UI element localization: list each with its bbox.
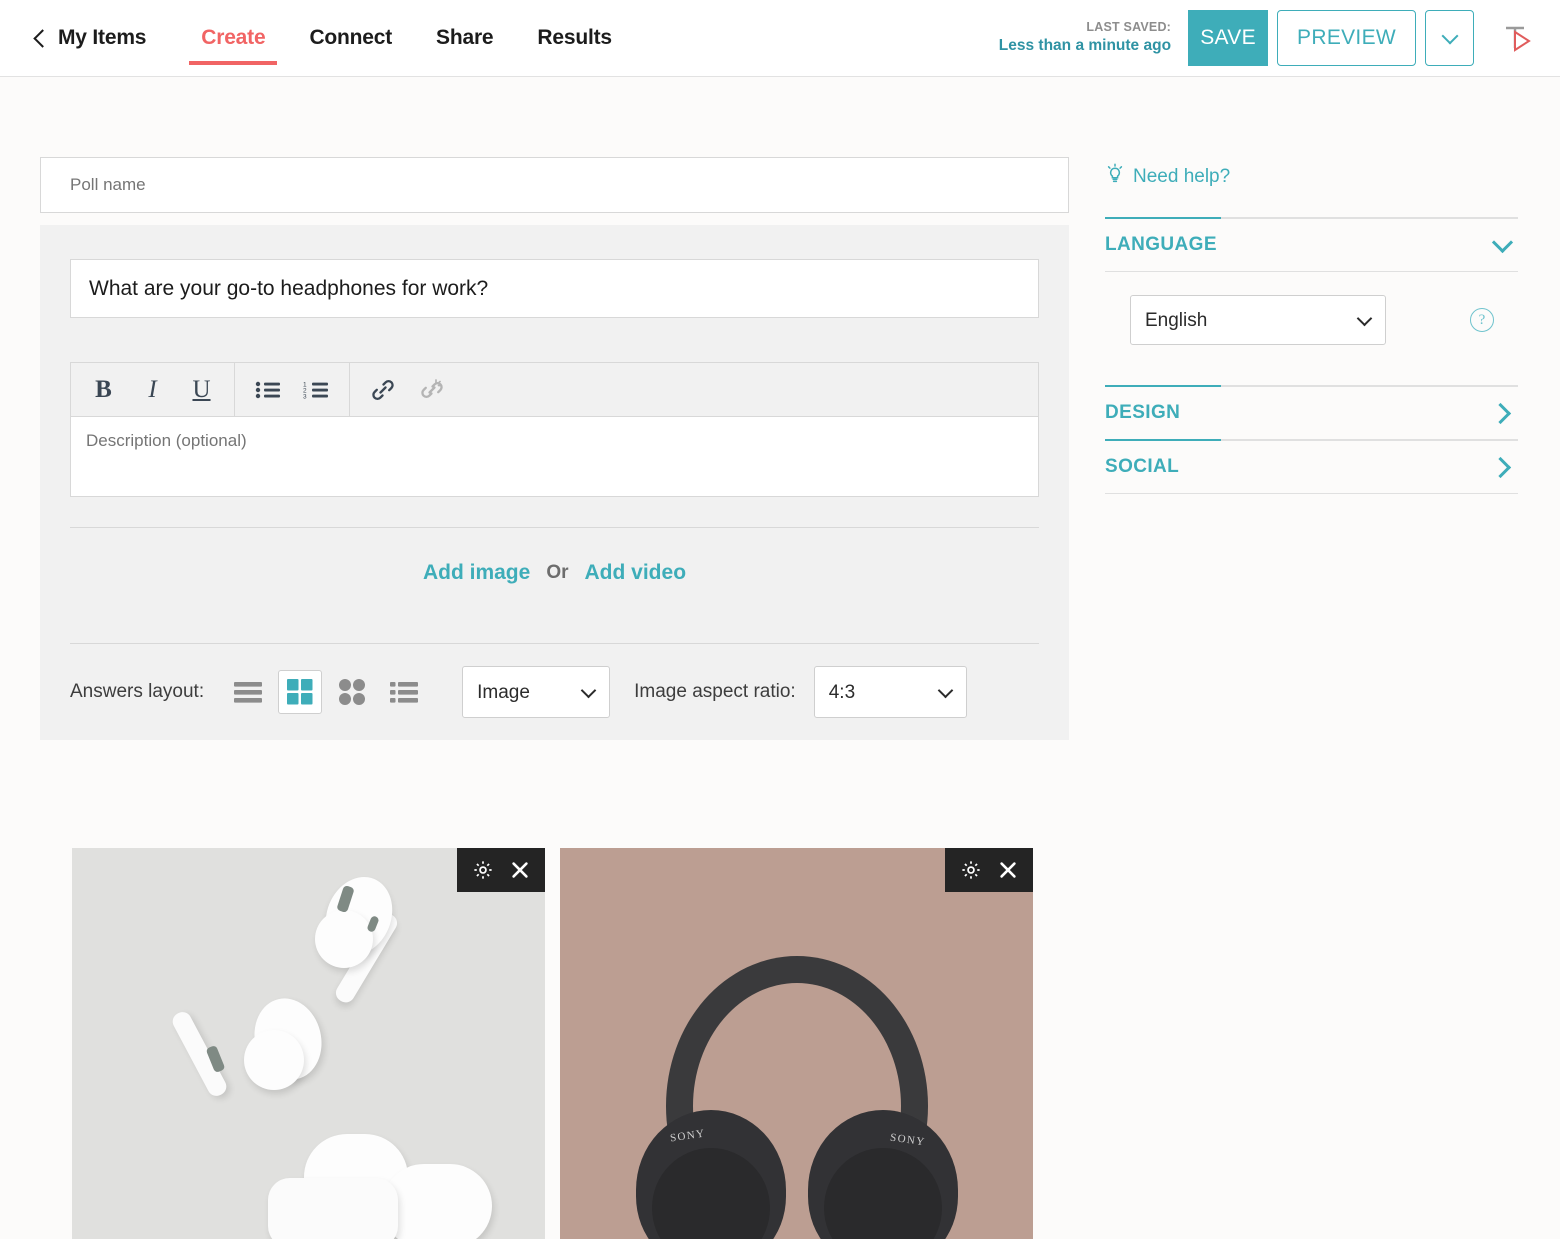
last-saved-status: LAST SAVED: Less than a minute ago <box>999 19 1171 57</box>
section-language-header[interactable]: LANGUAGE <box>1105 219 1518 271</box>
close-icon[interactable] <box>991 854 1024 887</box>
rt-group-format: B I U <box>71 362 234 417</box>
answers-layout-options <box>226 670 426 714</box>
chevron-right-icon <box>1489 456 1512 478</box>
aspect-ratio-select-wrap: 4:3 <box>813 666 967 718</box>
answers-layout-row: Answers layout: Image Image aspect ratio… <box>70 644 1039 740</box>
answer-type-select[interactable]: Image <box>462 666 611 718</box>
main-content: B I U <box>0 77 1560 1239</box>
last-saved-label: LAST SAVED: <box>1086 20 1172 35</box>
answers-layout-label: Answers layout: <box>70 681 205 702</box>
poll-editor-column: B I U <box>40 157 1069 740</box>
tab-connect[interactable]: Connect <box>287 0 414 77</box>
section-social: SOCIAL <box>1105 439 1518 494</box>
tab-results-label: Results <box>537 26 612 49</box>
back-to-my-items-link[interactable]: My Items <box>33 26 147 50</box>
section-language: LANGUAGE English ? <box>1105 217 1518 385</box>
rt-group-lists: 1 2 3 <box>235 362 349 417</box>
question-card: B I U <box>40 225 1069 740</box>
section-social-header[interactable]: SOCIAL <box>1105 441 1518 493</box>
layout-circles-icon[interactable] <box>330 670 374 714</box>
answer-card-1-tools <box>457 848 545 892</box>
save-button[interactable]: SAVE <box>1188 10 1269 66</box>
chevron-right-icon <box>1489 402 1512 424</box>
svg-text:3: 3 <box>303 393 307 400</box>
settings-sidebar: Need help? LANGUAGE English ? DESIGN SOC… <box>1105 157 1518 494</box>
tab-share-label: Share <box>436 26 494 49</box>
link-icon[interactable] <box>358 366 407 413</box>
answer-image-airpods <box>72 848 545 1239</box>
section-rule <box>1105 217 1518 219</box>
description-editor: B I U 1 2 3 Description (optional) <box>70 362 1039 502</box>
answer-card-1[interactable] <box>72 848 545 1239</box>
tab-create[interactable]: Create <box>179 0 287 77</box>
section-design-header[interactable]: DESIGN <box>1105 387 1518 439</box>
need-help-label: Need help? <box>1133 166 1231 187</box>
rich-text-toolbar: B I U 1 2 3 <box>70 362 1039 417</box>
answer-type-select-wrap: Image <box>462 666 611 718</box>
section-rule <box>1105 439 1518 441</box>
media-actions: Add image Or Add video <box>70 528 1039 618</box>
italic-icon[interactable]: I <box>128 366 177 413</box>
section-rule <box>1105 385 1518 387</box>
tab-results[interactable]: Results <box>515 0 633 77</box>
unlink-icon[interactable] <box>407 366 456 413</box>
tab-share[interactable]: Share <box>414 0 515 77</box>
answer-options-grid: SONY SONY <box>72 848 1033 1239</box>
section-design: DESIGN <box>1105 385 1518 439</box>
layout-list-icon[interactable] <box>382 670 426 714</box>
rt-group-links <box>350 362 464 417</box>
last-saved-value: Less than a minute ago <box>998 36 1172 54</box>
bullet-list-icon[interactable] <box>243 366 292 413</box>
mouse-pointer-icon <box>1474 22 1560 54</box>
layout-rows-icon[interactable] <box>226 670 270 714</box>
add-video-link[interactable]: Add video <box>585 561 687 585</box>
underline-icon[interactable]: U <box>177 366 226 413</box>
answer-image-sony: SONY SONY <box>560 848 1033 1239</box>
gear-icon[interactable] <box>954 854 987 887</box>
answer-card-2-tools <box>945 848 1033 892</box>
chevron-down-icon <box>1491 231 1514 253</box>
preview-button[interactable]: PREVIEW <box>1277 10 1416 66</box>
answer-card-2[interactable]: SONY SONY <box>560 848 1033 1239</box>
add-image-link[interactable]: Add image <box>423 561 530 585</box>
language-body: English ? <box>1105 272 1518 385</box>
language-select-wrap: English <box>1130 295 1386 345</box>
layout-grid-icon[interactable] <box>278 670 323 714</box>
poll-name-input[interactable] <box>40 157 1069 213</box>
question-circle-icon[interactable]: ? <box>1470 308 1494 332</box>
top-actions: LAST SAVED: Less than a minute ago SAVE … <box>999 0 1560 77</box>
close-icon[interactable] <box>503 854 536 887</box>
aspect-ratio-select[interactable]: 4:3 <box>813 666 967 718</box>
lightbulb-icon <box>1105 163 1125 191</box>
chevron-left-icon <box>33 29 52 48</box>
section-design-title: DESIGN <box>1105 402 1181 423</box>
media-or-label: Or <box>546 562 569 583</box>
gear-icon[interactable] <box>466 854 499 887</box>
need-help-link[interactable]: Need help? <box>1105 157 1518 197</box>
section-language-title: LANGUAGE <box>1105 234 1217 255</box>
tab-connect-label: Connect <box>309 26 393 49</box>
language-select[interactable]: English <box>1130 295 1386 345</box>
section-underline <box>1105 493 1518 494</box>
top-navigation-bar: My Items Create Connect Share Results LA… <box>0 0 1560 77</box>
section-social-title: SOCIAL <box>1105 456 1180 477</box>
bold-icon[interactable]: B <box>79 366 128 413</box>
description-textarea[interactable] <box>70 417 1039 497</box>
aspect-ratio-label: Image aspect ratio: <box>634 681 796 702</box>
tab-create-label: Create <box>201 26 266 49</box>
numbered-list-icon[interactable]: 1 2 3 <box>292 366 341 413</box>
question-title-input[interactable] <box>70 259 1039 318</box>
back-link-label: My Items <box>58 26 147 49</box>
primary-tabs: Create Connect Share Results <box>179 0 634 77</box>
more-actions-button[interactable] <box>1425 10 1474 66</box>
chevron-down-icon <box>1441 27 1458 44</box>
